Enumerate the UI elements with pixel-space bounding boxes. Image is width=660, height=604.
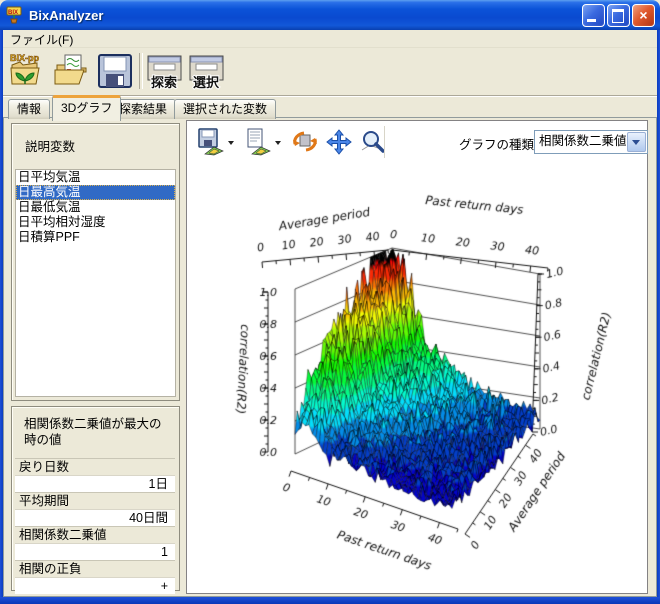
tab-info[interactable]: 情報: [8, 99, 50, 119]
select-window-icon: 選択: [187, 51, 227, 91]
explanatory-variables-panel: 説明変数 日平均気温 日最高気温 日最低気温 日平均相対湿度 日積算PPF: [11, 123, 180, 401]
pan-move-icon: [325, 128, 353, 156]
toolbar-separator: [139, 53, 143, 89]
tab-3d-graph[interactable]: 3Dグラフ: [52, 95, 121, 121]
field-value-average-period: 40日間: [15, 509, 175, 526]
close-icon: ×: [633, 6, 654, 24]
field-value-correlation-sign: +: [15, 577, 175, 594]
tab-selected-variables[interactable]: 選択された変数: [174, 99, 276, 119]
field-label-average-period: 平均期間: [15, 492, 175, 509]
select-window-button[interactable]: 選択: [187, 51, 227, 91]
bixpp-home-button[interactable]: BIX-pp: [9, 51, 49, 91]
open-file-button[interactable]: [53, 51, 93, 91]
app-logo-icon: BIX: [6, 6, 24, 24]
application-window: BIX BixAnalyzer × ファイル(F) BIX-pp: [0, 0, 660, 604]
svg-text:選択: 選択: [193, 75, 220, 90]
maximize-icon: [612, 9, 624, 23]
bixpp-folder-icon: BIX-pp: [9, 51, 49, 91]
rotate-graph-button[interactable]: [291, 128, 319, 156]
graph-panel: グラフの種類 : 相関係数二乗値: [186, 120, 648, 594]
chevron-down-icon: [632, 140, 640, 145]
menu-file[interactable]: ファイル(F): [3, 30, 80, 49]
list-item-var-1[interactable]: 日最高気温: [16, 185, 175, 200]
graph-type-value: 相関係数二乗値: [539, 134, 627, 148]
field-label-r2: 相関係数二乗値: [15, 526, 175, 543]
save-button[interactable]: [95, 51, 135, 91]
save-graph-dropdown-icon[interactable]: [228, 141, 234, 145]
window-border-bottom: [0, 597, 660, 604]
explanatory-variables-title: 説明変数: [12, 124, 179, 155]
field-value-r2: 1: [15, 543, 175, 560]
graph-copy-icon: [244, 128, 272, 156]
save-icon: [96, 52, 134, 90]
pan-graph-button[interactable]: [325, 128, 353, 156]
list-item-var-2[interactable]: 日最低気温: [16, 200, 175, 215]
list-item-var-4[interactable]: 日積算PPF: [16, 230, 175, 245]
copy-graph-button[interactable]: [244, 128, 272, 156]
field-label-return-days: 戻り日数: [15, 458, 175, 475]
surface-plot-canvas[interactable]: [187, 163, 645, 591]
field-value-return-days: 1日: [15, 475, 175, 492]
main-toolbar: BIX-pp: [3, 48, 657, 96]
list-item-var-3[interactable]: 日平均相対湿度: [16, 215, 175, 230]
rotate-3d-icon: [291, 128, 319, 156]
minimize-button[interactable]: [582, 4, 605, 27]
search-window-button[interactable]: 探索: [145, 51, 185, 91]
max-r2-panel-title: 相関係数二乗値が最大の時の値: [12, 407, 179, 452]
open-file-icon: [53, 51, 93, 91]
svg-text:BIX: BIX: [8, 10, 18, 16]
graph-save-icon: [197, 128, 225, 156]
graph-toolbar-separator: [384, 126, 388, 158]
title-bar[interactable]: BIX BixAnalyzer ×: [0, 0, 660, 30]
minimize-icon: [587, 19, 596, 22]
close-button[interactable]: ×: [632, 4, 655, 27]
graph-type-combobox[interactable]: 相関係数二乗値: [534, 130, 648, 154]
window-title: BixAnalyzer: [29, 8, 103, 23]
combo-dropdown-button[interactable]: [627, 132, 646, 152]
zoom-magnifier-icon: [359, 128, 387, 156]
svg-text:BIX-pp: BIX-pp: [10, 53, 39, 63]
list-item-var-0[interactable]: 日平均気温: [16, 170, 175, 185]
save-graph-button[interactable]: [197, 128, 225, 156]
max-r2-panel: 相関係数二乗値が最大の時の値 戻り日数 1日 平均期間 40日間 相関係数二乗値…: [11, 406, 180, 591]
svg-text:探索: 探索: [151, 75, 177, 90]
maximize-button[interactable]: [607, 4, 630, 27]
variable-list[interactable]: 日平均気温 日最高気温 日最低気温 日平均相対湿度 日積算PPF: [15, 169, 176, 397]
graph-type-label: グラフの種類 :: [459, 134, 541, 153]
field-label-correlation-sign: 相関の正負: [15, 560, 175, 577]
copy-graph-dropdown-icon[interactable]: [275, 141, 281, 145]
menu-bar: ファイル(F): [3, 30, 657, 48]
search-window-icon: 探索: [145, 51, 185, 91]
zoom-graph-button[interactable]: [359, 128, 387, 156]
